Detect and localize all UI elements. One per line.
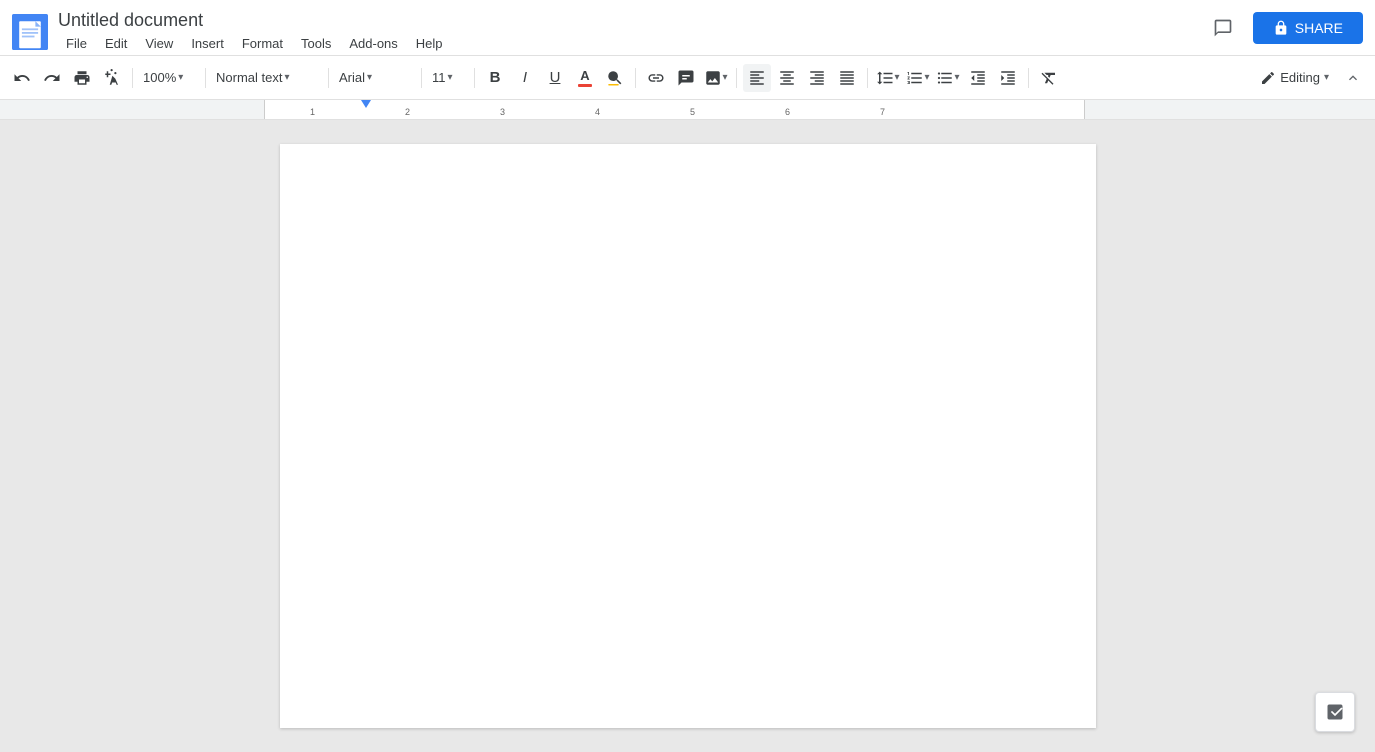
divider-9 — [1028, 68, 1029, 88]
fab-button[interactable] — [1315, 692, 1355, 732]
share-button[interactable]: SHARE — [1253, 12, 1363, 44]
paint-format-button[interactable] — [98, 64, 126, 92]
menu-edit[interactable]: Edit — [97, 34, 135, 53]
divider-4 — [421, 68, 422, 88]
editing-mode-button[interactable]: Editing ▾ — [1252, 66, 1337, 90]
divider-6 — [635, 68, 636, 88]
insert-image-button[interactable]: ▾ — [702, 64, 730, 92]
zoom-selector[interactable]: 100% ▾ — [139, 64, 199, 92]
divider-3 — [328, 68, 329, 88]
docs-icon — [12, 14, 48, 50]
collapse-toolbar-button[interactable] — [1339, 64, 1367, 92]
size-value: 11 — [432, 70, 446, 85]
toolbar: 100% ▾ Normal text ▾ Arial ▾ 11 ▾ B I U … — [0, 56, 1375, 100]
editing-mode-label: Editing — [1280, 70, 1320, 85]
ruler: 1 2 3 4 5 6 7 — [0, 100, 1375, 120]
menu-format[interactable]: Format — [234, 34, 291, 53]
title-bar-right: SHARE — [1205, 10, 1363, 54]
bold-button[interactable]: B — [481, 64, 509, 92]
print-button[interactable] — [68, 64, 96, 92]
insert-link-button[interactable] — [642, 64, 670, 92]
align-left-button[interactable] — [743, 64, 771, 92]
text-color-label: A — [580, 68, 589, 83]
size-arrow: ▾ — [448, 72, 453, 83]
style-value: Normal text — [216, 70, 282, 85]
text-color-bar — [578, 84, 592, 87]
italic-button[interactable]: I — [511, 64, 539, 92]
redo-button[interactable] — [38, 64, 66, 92]
menu-insert[interactable]: Insert — [183, 34, 232, 53]
decrease-indent-button[interactable] — [964, 64, 992, 92]
text-color-button[interactable]: A — [571, 64, 599, 92]
bulleted-list-button[interactable]: ▾ — [934, 64, 962, 92]
page-editor[interactable] — [352, 216, 1024, 616]
underline-button[interactable]: U — [541, 64, 569, 92]
font-arrow: ▾ — [367, 72, 372, 83]
font-size-selector[interactable]: 11 ▾ — [428, 64, 468, 92]
menu-addons[interactable]: Add-ons — [341, 34, 405, 53]
undo-button[interactable] — [8, 64, 36, 92]
divider-1 — [132, 68, 133, 88]
style-arrow: ▾ — [284, 72, 289, 83]
font-value: Arial — [339, 70, 365, 85]
title-area: Untitled document File Edit View Insert … — [58, 10, 1205, 53]
main-content-area — [0, 120, 1375, 752]
insert-comment-button[interactable] — [672, 64, 700, 92]
document-title[interactable]: Untitled document — [58, 10, 1205, 32]
divider-8 — [867, 68, 868, 88]
ruler-marks: 1 2 3 4 5 6 7 — [264, 100, 1085, 119]
highlight-color-button[interactable] — [601, 64, 629, 92]
menu-help[interactable]: Help — [408, 34, 451, 53]
align-center-button[interactable] — [773, 64, 801, 92]
menu-view[interactable]: View — [137, 34, 181, 53]
increase-indent-button[interactable] — [994, 64, 1022, 92]
title-bar: Untitled document File Edit View Insert … — [0, 0, 1375, 56]
divider-7 — [736, 68, 737, 88]
divider-5 — [474, 68, 475, 88]
numbered-list-button[interactable]: ▾ — [904, 64, 932, 92]
comments-button[interactable] — [1205, 10, 1241, 46]
divider-2 — [205, 68, 206, 88]
font-selector[interactable]: Arial ▾ — [335, 64, 415, 92]
zoom-arrow: ▾ — [178, 72, 183, 83]
align-right-button[interactable] — [803, 64, 831, 92]
image-arrow: ▾ — [722, 72, 727, 83]
menu-bar: File Edit View Insert Format Tools Add-o… — [58, 34, 1205, 53]
line-spacing-button[interactable]: ▾ — [874, 64, 902, 92]
menu-file[interactable]: File — [58, 34, 95, 53]
zoom-value: 100% — [143, 70, 176, 85]
editing-mode-arrow: ▾ — [1324, 72, 1329, 83]
menu-tools[interactable]: Tools — [293, 34, 339, 53]
style-selector[interactable]: Normal text ▾ — [212, 64, 322, 92]
ruler-tab[interactable] — [361, 100, 371, 108]
justify-button[interactable] — [833, 64, 861, 92]
share-label: SHARE — [1295, 20, 1343, 36]
ruler-inner: 1 2 3 4 5 6 7 — [264, 100, 1085, 119]
clear-formatting-button[interactable] — [1035, 64, 1063, 92]
document-page — [280, 144, 1096, 728]
